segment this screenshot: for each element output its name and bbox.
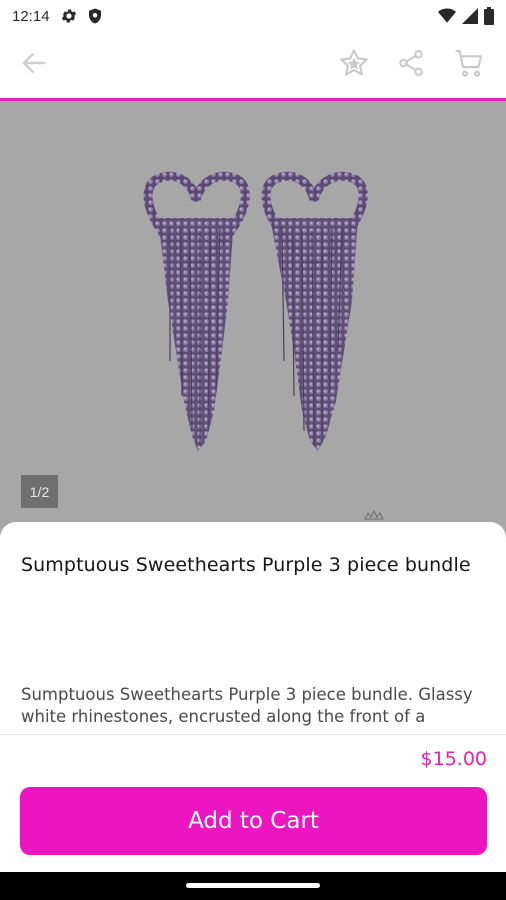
home-indicator[interactable]	[186, 883, 320, 888]
arrow-left-icon	[19, 48, 49, 82]
back-button[interactable]	[16, 47, 52, 83]
image-counter: 1/2	[21, 475, 58, 508]
product-screen: 12:14 1/2 Sumptuous Sweethearts Purple 3…	[0, 0, 506, 900]
shield-icon	[86, 7, 104, 25]
add-to-cart-button[interactable]: Add to Cart	[20, 787, 487, 855]
share-button[interactable]	[393, 47, 429, 83]
battery-icon	[484, 7, 494, 29]
star-icon	[338, 47, 370, 83]
status-time: 12:14	[12, 7, 50, 25]
right-earring	[261, 171, 368, 451]
footer-divider	[0, 734, 506, 735]
settings-icon	[60, 7, 78, 25]
cart-button[interactable]	[451, 47, 487, 83]
favorite-button[interactable]	[336, 47, 372, 83]
earrings-image	[143, 171, 384, 520]
cart-icon	[453, 47, 485, 83]
wifi-icon	[438, 8, 456, 28]
product-price: $15.00	[420, 748, 487, 770]
share-icon	[396, 48, 426, 82]
product-image-gallery[interactable]	[0, 101, 506, 541]
app-bar	[0, 32, 506, 98]
product-description: Sumptuous Sweethearts Purple 3 piece bun…	[21, 685, 473, 726]
product-info-sheet: Sumptuous Sweethearts Purple 3 piece bun…	[0, 522, 506, 734]
brand-crown-mark	[364, 509, 384, 520]
status-bar: 12:14	[0, 0, 506, 32]
signal-icon	[462, 8, 478, 28]
left-earring	[143, 171, 250, 451]
product-title: Sumptuous Sweethearts Purple 3 piece bun…	[21, 554, 471, 576]
status-right-icons	[438, 7, 494, 29]
